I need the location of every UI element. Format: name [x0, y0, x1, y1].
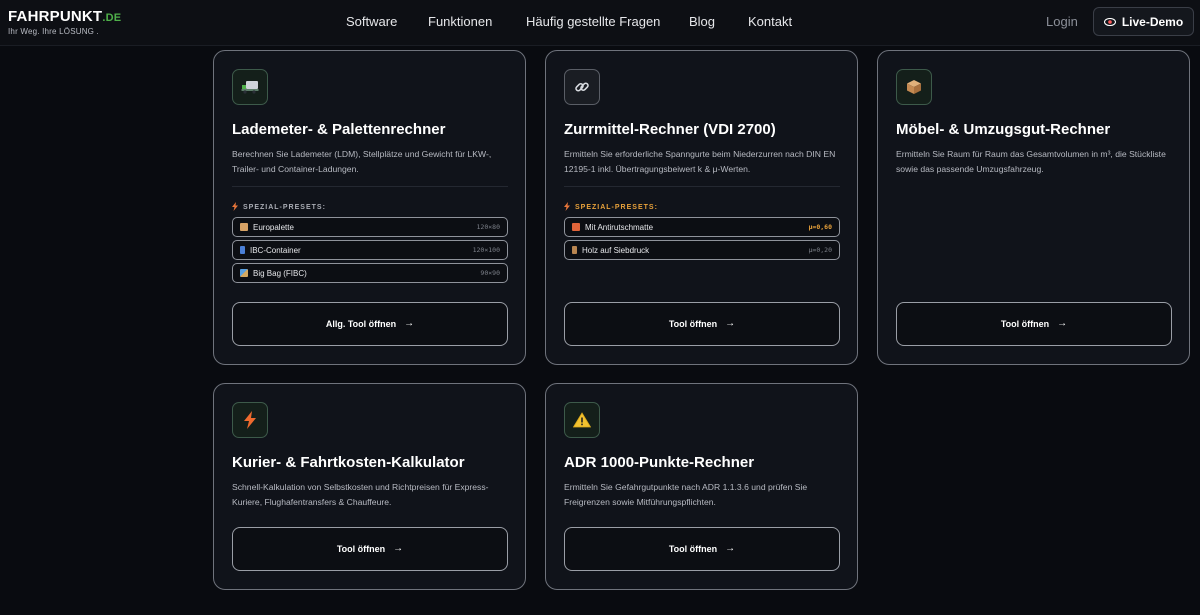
logo-wordmark: FAHRPUNKT.DE [8, 8, 122, 25]
login-link[interactable]: Login [1046, 14, 1078, 30]
lightning-icon [564, 202, 570, 213]
box-icon [896, 69, 932, 105]
card-lademeter: Lademeter- & Palettenrechner Berechnen S… [213, 50, 526, 365]
nav-faq[interactable]: Häufig gestellte Fragen [526, 14, 660, 30]
lightning-icon [232, 402, 268, 438]
nav-kontakt[interactable]: Kontakt [748, 14, 792, 30]
live-demo-button[interactable]: Live-Demo [1093, 7, 1194, 36]
card-zurrmittel: Zurrmittel-Rechner (VDI 2700) Ermitteln … [545, 50, 858, 365]
card-description: Schnell-Kalkulation von Selbstkosten und… [232, 482, 489, 507]
open-tool-button[interactable]: Allg. Tool öffnen → [232, 302, 508, 346]
open-tool-button[interactable]: Tool öffnen → [564, 527, 840, 571]
nav-funktionen[interactable]: Funktionen [428, 14, 492, 30]
presets-label: SPEZIAL-PRESETS: [232, 202, 326, 213]
card-umzugsgut: Möbel- & Umzugsgut-Rechner Ermitteln Sie… [877, 50, 1190, 365]
preset-antirutschmatte[interactable]: Mit Antirutschmatte μ=0,60 [564, 217, 840, 237]
bags-icon [240, 269, 248, 277]
open-tool-button[interactable]: Tool öffnen → [564, 302, 840, 346]
divider [564, 186, 840, 187]
arrow-right-icon: → [725, 318, 736, 329]
container-icon [240, 246, 245, 254]
card-description: Berechnen Sie Lademeter (LDM), Stellplät… [232, 149, 492, 174]
card-title: Zurrmittel-Rechner (VDI 2700) [564, 121, 776, 138]
top-header: FAHRPUNKT.DE Ihr Weg. Ihre LÖSUNG . Soft… [0, 0, 1200, 46]
package-icon [240, 223, 248, 231]
arrow-right-icon: → [725, 543, 736, 554]
eye-icon [1103, 17, 1116, 26]
nav-blog[interactable]: Blog [689, 14, 715, 30]
open-tool-button[interactable]: Tool öffnen → [232, 527, 508, 571]
open-tool-button[interactable]: Tool öffnen → [896, 302, 1172, 346]
logo-tagline: Ihr Weg. Ihre LÖSUNG . [8, 27, 99, 36]
preset-ibc-container[interactable]: IBC-Container 120×100 [232, 240, 508, 260]
preset-europalette[interactable]: Europalette 120×80 [232, 217, 508, 237]
logo[interactable]: FAHRPUNKT.DE Ihr Weg. Ihre LÖSUNG . [8, 8, 122, 37]
lightning-icon [232, 202, 238, 213]
divider [232, 186, 508, 187]
card-title: Möbel- & Umzugsgut-Rechner [896, 121, 1111, 138]
card-description: Ermitteln Sie erforderliche Spanngurte b… [564, 149, 836, 174]
chain-link-icon [564, 69, 600, 105]
arrow-right-icon: → [393, 543, 404, 554]
card-adr: ADR 1000-Punkte-Rechner Ermitteln Sie Ge… [545, 383, 858, 590]
preset-holz-siebdruck[interactable]: Holz auf Siebdruck μ=0,20 [564, 240, 840, 260]
preset-big-bag[interactable]: Big Bag (FIBC) 90×90 [232, 263, 508, 283]
nav-software[interactable]: Software [346, 14, 397, 30]
card-description: Ermitteln Sie Raum für Raum das Gesamtvo… [896, 149, 1166, 174]
card-description: Ermitteln Sie Gefahrgutpunkte nach ADR 1… [564, 482, 808, 507]
wood-icon [572, 246, 577, 254]
truck-icon [232, 69, 268, 105]
warning-icon [564, 402, 600, 438]
card-title: Kurier- & Fahrtkosten-Kalkulator [232, 454, 465, 471]
arrow-right-icon: → [404, 318, 415, 329]
presets-label: SPEZIAL-PRESETS: [564, 202, 658, 213]
arrow-right-icon: → [1057, 318, 1068, 329]
mat-icon [572, 223, 580, 231]
live-demo-label: Live-Demo [1121, 14, 1184, 29]
card-kurier: Kurier- & Fahrtkosten-Kalkulator Schnell… [213, 383, 526, 590]
card-title: ADR 1000-Punkte-Rechner [564, 454, 755, 471]
card-title: Lademeter- & Palettenrechner [232, 121, 446, 138]
